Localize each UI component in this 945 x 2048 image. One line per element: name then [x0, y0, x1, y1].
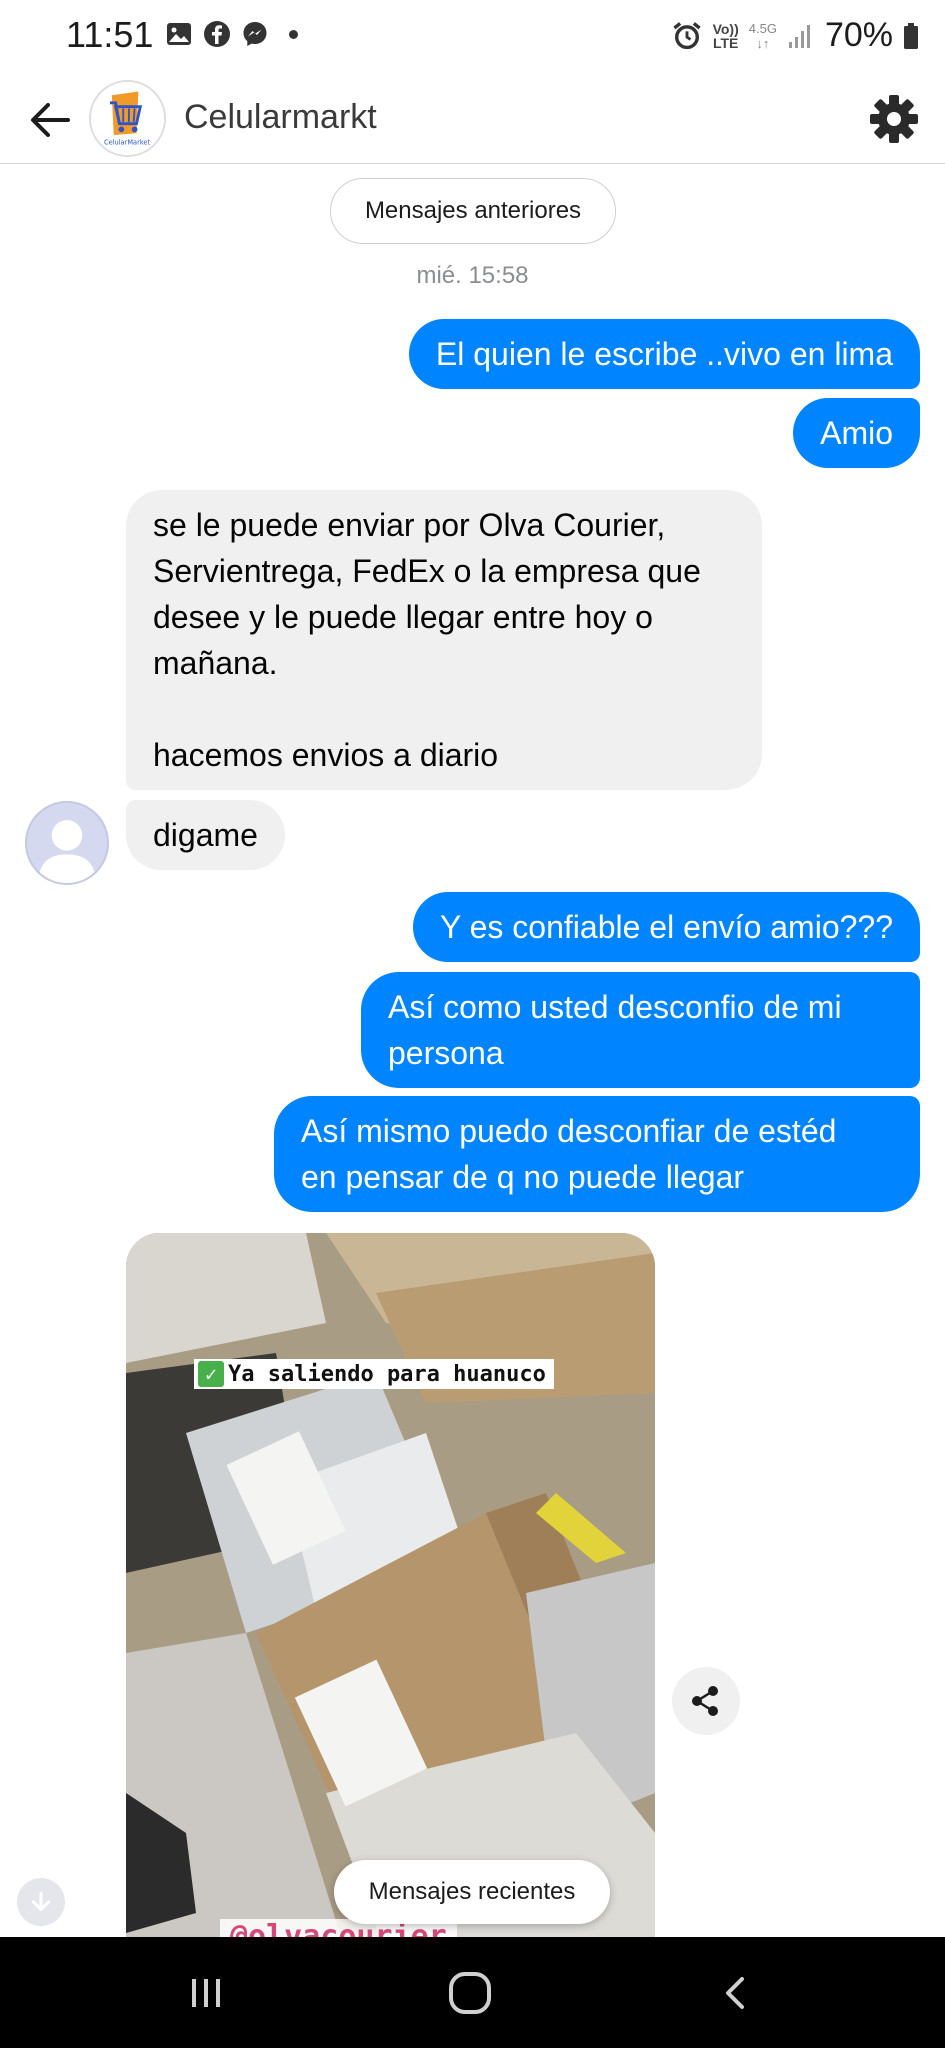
- facebook-icon: [204, 21, 230, 47]
- status-bar: 11:51 Vo)) LTE 4.5G ↓↑ 70%: [0, 0, 945, 76]
- recent-apps-button[interactable]: [176, 1965, 236, 2021]
- signal-icon: [788, 24, 810, 48]
- recent-messages-button[interactable]: Mensajes recientes: [334, 1860, 610, 1924]
- home-icon: [449, 1972, 491, 2014]
- page-avatar[interactable]: CelularMarket: [89, 80, 166, 157]
- gallery-icon: [167, 23, 191, 45]
- conversation-title[interactable]: Celularmarkt: [184, 98, 377, 137]
- video-attachment[interactable]: ✓ Ya saliendo para huanuco @olvacourier: [126, 1233, 655, 1937]
- back-chevron-icon: [726, 1977, 744, 2009]
- message-bubble-outgoing[interactable]: El quien le escribe ..vivo en lima: [408, 319, 920, 389]
- recent-apps-icon: [192, 1979, 220, 2007]
- message-bubble-outgoing[interactable]: Amio: [793, 398, 920, 468]
- user-placeholder-icon: [38, 820, 96, 883]
- message-bubble-outgoing[interactable]: Así mismo puedo desconfiar de estéd en p…: [274, 1096, 920, 1212]
- check-mark-icon: ✓: [198, 1361, 224, 1387]
- home-button[interactable]: [440, 1965, 500, 2021]
- battery-icon: [904, 22, 918, 49]
- conversation-header: CelularMarket Celularmarkt: [0, 76, 945, 164]
- packages-photo: [126, 1233, 655, 1937]
- message-bubble-outgoing[interactable]: Así como usted desconfio de mi persona: [361, 972, 920, 1088]
- alarm-icon: [672, 21, 701, 49]
- back-button[interactable]: [706, 1965, 766, 2021]
- message-timestamp: mié. 15:58: [416, 262, 529, 289]
- logo-text: CelularMarket: [104, 139, 151, 147]
- back-arrow-icon[interactable]: [26, 98, 74, 142]
- share-button[interactable]: [672, 1667, 740, 1735]
- scroll-down-button[interactable]: [17, 1878, 65, 1926]
- arrow-down-icon: [31, 1891, 51, 1912]
- shopping-cart-logo-icon: CelularMarket: [91, 82, 164, 155]
- message-list[interactable]: Mensajes anteriores mié. 15:58 El quien …: [0, 165, 945, 1937]
- more-notifications-dot: [289, 29, 298, 39]
- older-messages-button[interactable]: Mensajes anteriores: [330, 178, 616, 244]
- video-caption: ✓ Ya saliendo para huanuco: [194, 1359, 554, 1389]
- share-icon: [692, 1686, 718, 1716]
- network-indicator: 4.5G ↓↑: [748, 20, 777, 51]
- message-bubble-incoming[interactable]: digame: [126, 800, 285, 870]
- message-bubble-incoming[interactable]: se le puede enviar por Olva Courier, Ser…: [126, 490, 762, 790]
- status-time: 11:51: [66, 14, 154, 55]
- status-right: Vo)) LTE 4.5G ↓↑ 70%: [671, 16, 919, 55]
- sender-avatar[interactable]: [25, 801, 109, 885]
- gear-icon[interactable]: [868, 93, 920, 145]
- messenger-icon: [243, 22, 267, 46]
- system-nav-bar: [0, 1937, 945, 2048]
- volte-indicator: Vo)) LTE: [712, 20, 739, 51]
- message-bubble-outgoing[interactable]: Y es confiable el envío amio???: [412, 892, 920, 962]
- battery-percent: 70%: [824, 16, 893, 54]
- notification-icons: [165, 20, 298, 48]
